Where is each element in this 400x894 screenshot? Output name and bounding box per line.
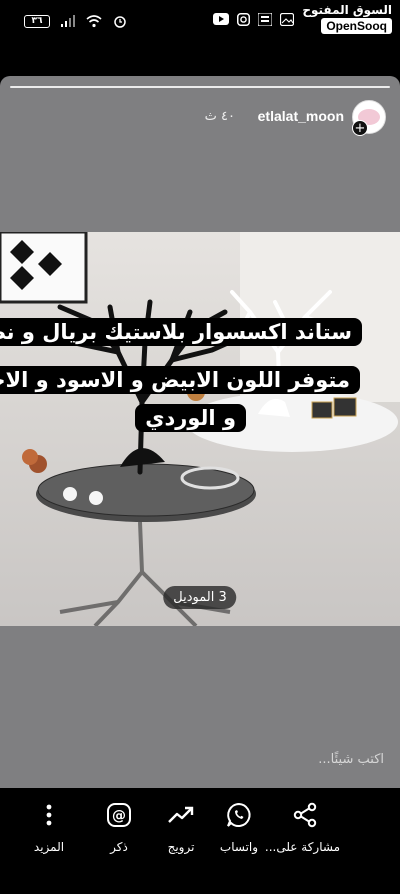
caption-line-2: متوفر اللون الابيض و الاسود و الاحمر bbox=[0, 366, 360, 394]
signal-icon bbox=[61, 15, 75, 27]
instagram-icon bbox=[237, 12, 251, 26]
share-label: مشاركة على... bbox=[264, 840, 340, 854]
story-photo: ستاند اكسسوار بلاستيك بريال و نص متوفر ا… bbox=[0, 232, 400, 626]
whatsapp-icon bbox=[227, 802, 251, 827]
caption-line-1: ستاند اكسسوار بلاستيك بريال و نص bbox=[0, 318, 362, 346]
wifi-icon bbox=[86, 15, 102, 28]
battery-indicator: ٣٦ bbox=[24, 14, 50, 28]
more-vertical-icon bbox=[46, 804, 52, 826]
reply-field[interactable]: اكتب شيئًا... bbox=[0, 742, 400, 788]
status-left: ٣٦ bbox=[24, 14, 128, 28]
whatsapp-button[interactable]: واتساب bbox=[204, 798, 274, 854]
story-username[interactable]: etlalat_moon bbox=[258, 108, 344, 124]
action-bar: المزيد @ ذكر ترويج واتساب مشاركة على... bbox=[0, 788, 400, 894]
story-time: ٤٠ ث bbox=[204, 109, 235, 124]
more-label: المزيد bbox=[33, 840, 65, 854]
story-header: + etlalat_moon ٤٠ ث bbox=[0, 96, 400, 140]
story-progress-bar bbox=[10, 86, 390, 88]
brand-arabic: السوق المفتوح bbox=[302, 3, 392, 17]
status-right: السوق المفتوح OpenSooq bbox=[213, 4, 392, 34]
share-icon bbox=[293, 802, 317, 828]
whatsapp-label: واتساب bbox=[219, 840, 259, 854]
mention-label: ذكر bbox=[110, 840, 128, 854]
youtube-icon bbox=[213, 13, 230, 25]
temu-icon bbox=[258, 12, 273, 26]
opensooq-logo: السوق المفتوح OpenSooq bbox=[302, 4, 392, 34]
share-button[interactable]: مشاركة على... bbox=[264, 798, 340, 854]
caption-line-3: و الوردي bbox=[135, 404, 246, 432]
more-button[interactable]: المزيد bbox=[14, 798, 84, 854]
alarm-icon bbox=[114, 16, 126, 28]
trending-icon bbox=[168, 806, 194, 823]
brand-english: OpenSooq bbox=[321, 18, 392, 34]
model-label-pill: 3 الموديل bbox=[163, 586, 237, 609]
mention-button[interactable]: @ ذكر bbox=[84, 798, 154, 854]
follow-plus-icon[interactable]: + bbox=[352, 120, 368, 136]
story-viewer[interactable]: + etlalat_moon ٤٠ ث ستاند اكسسوار بلاستي… bbox=[0, 76, 400, 788]
svg-text:@: @ bbox=[112, 808, 126, 824]
mention-icon: @ bbox=[107, 803, 131, 827]
gallery-icon bbox=[280, 12, 295, 26]
status-bar: ٣٦ السوق المفتوح OpenSooq bbox=[0, 0, 400, 44]
reply-placeholder[interactable]: اكتب شيئًا... bbox=[318, 752, 384, 767]
